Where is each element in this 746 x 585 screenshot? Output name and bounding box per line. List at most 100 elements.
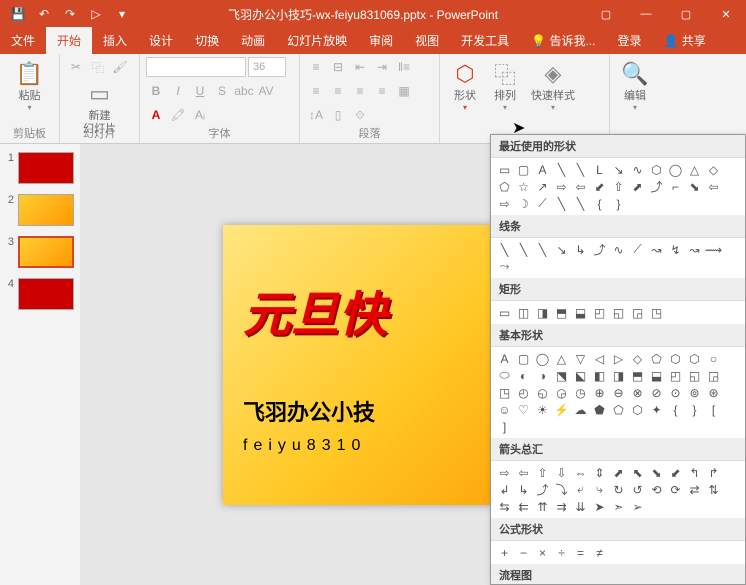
shape-option[interactable]: ⊙: [666, 384, 685, 401]
shape-option[interactable]: ⬋: [666, 464, 685, 481]
tab-share[interactable]: 👤 共享: [652, 27, 716, 54]
shape-option[interactable]: ◧: [590, 367, 609, 384]
shape-option[interactable]: ☆: [514, 178, 533, 195]
shape-option[interactable]: ⇆: [495, 498, 514, 515]
shape-option[interactable]: ◯: [533, 350, 552, 367]
shape-option[interactable]: ⊚: [685, 384, 704, 401]
shape-option[interactable]: ⬠: [647, 350, 666, 367]
quickstyles-button[interactable]: ◈ 快速样式 ▾: [526, 57, 580, 115]
qat-customize-icon[interactable]: ▾: [110, 2, 134, 26]
shape-option[interactable]: ⤴: [533, 481, 552, 498]
shape-option[interactable]: ⊖: [609, 384, 628, 401]
shape-option[interactable]: ↳: [571, 241, 590, 258]
slide-thumb[interactable]: 1: [4, 152, 76, 184]
shape-option[interactable]: ◶: [552, 384, 571, 401]
shape-option[interactable]: ⬒: [628, 367, 647, 384]
shape-option[interactable]: ⇕: [590, 464, 609, 481]
shape-option[interactable]: ⇔: [571, 464, 590, 481]
shape-option[interactable]: ⇅: [704, 481, 723, 498]
shape-option[interactable]: −: [514, 544, 533, 561]
shape-option[interactable]: ⊘: [647, 384, 666, 401]
tab-login[interactable]: 登录: [606, 27, 652, 54]
shape-option[interactable]: ⌐: [666, 178, 685, 195]
qat-slideshow-icon[interactable]: ▷: [84, 2, 108, 26]
shape-option[interactable]: ⊕: [590, 384, 609, 401]
shape-option[interactable]: ▢: [514, 350, 533, 367]
qat-save-icon[interactable]: 💾: [6, 2, 30, 26]
indent-inc-button[interactable]: ⇥: [372, 57, 392, 77]
shape-option[interactable]: ◳: [495, 384, 514, 401]
shape-option[interactable]: ◰: [590, 304, 609, 321]
shape-option[interactable]: ⊗: [628, 384, 647, 401]
shape-option[interactable]: ↗: [533, 178, 552, 195]
ribbon-display-button[interactable]: ▢: [586, 0, 626, 28]
shape-option[interactable]: ◨: [609, 367, 628, 384]
shape-option[interactable]: ☺: [495, 401, 514, 418]
align-right-button[interactable]: ≡: [350, 81, 370, 101]
close-button[interactable]: ✕: [706, 0, 746, 28]
shape-option[interactable]: ╲: [552, 195, 571, 212]
strike-button[interactable]: S: [212, 81, 232, 101]
shape-option[interactable]: ⤵: [552, 481, 571, 498]
shape-option[interactable]: ↝: [685, 241, 704, 258]
shape-option[interactable]: ⬭: [495, 367, 514, 384]
smartart-button[interactable]: ⟐: [350, 105, 370, 125]
shape-option[interactable]: ⇩: [552, 464, 571, 481]
shape-option[interactable]: ⟲: [647, 481, 666, 498]
shadow-button[interactable]: abc: [234, 81, 254, 101]
shape-option[interactable]: ◱: [685, 367, 704, 384]
shape-option[interactable]: ◁: [590, 350, 609, 367]
shape-option[interactable]: ⬉: [628, 464, 647, 481]
shape-option[interactable]: ◇: [628, 350, 647, 367]
shape-option[interactable]: ⇈: [533, 498, 552, 515]
shape-option[interactable]: {: [590, 195, 609, 212]
font-color-button[interactable]: A: [146, 105, 166, 125]
shape-option[interactable]: ⬡: [685, 350, 704, 367]
shape-option[interactable]: ◰: [666, 367, 685, 384]
shape-option[interactable]: ⤷: [590, 481, 609, 498]
shape-option[interactable]: ▽: [571, 350, 590, 367]
tab-transition[interactable]: 切换: [184, 27, 230, 54]
tab-view[interactable]: 视图: [404, 27, 450, 54]
tab-review[interactable]: 审阅: [358, 27, 404, 54]
shape-option[interactable]: ⇧: [609, 178, 628, 195]
shape-option[interactable]: ♡: [514, 401, 533, 418]
shape-option[interactable]: ◴: [514, 384, 533, 401]
bullets-button[interactable]: ≡: [306, 57, 326, 77]
shape-option[interactable]: ⬟: [590, 401, 609, 418]
shapes-button[interactable]: ⬡ 形状 ▾: [446, 57, 484, 115]
slide-thumb[interactable]: 4: [4, 278, 76, 310]
underline-button[interactable]: U: [190, 81, 210, 101]
shape-option[interactable]: ⤴: [590, 241, 609, 258]
tab-design[interactable]: 设计: [138, 27, 184, 54]
shape-option[interactable]: ⇨: [552, 178, 571, 195]
shape-option[interactable]: ◫: [514, 304, 533, 321]
shape-option[interactable]: ⬊: [647, 464, 666, 481]
shape-option[interactable]: ⤶: [571, 481, 590, 498]
shape-option[interactable]: ⬈: [609, 464, 628, 481]
shape-option[interactable]: ⇉: [552, 498, 571, 515]
shape-option[interactable]: }: [609, 195, 628, 212]
shape-option[interactable]: ]: [495, 418, 514, 435]
shape-option[interactable]: ⬓: [647, 367, 666, 384]
shape-option[interactable]: ⬈: [628, 178, 647, 195]
shape-option[interactable]: ⬊: [685, 178, 704, 195]
shape-option[interactable]: ↝: [647, 241, 666, 258]
slide-thumb[interactable]: 2: [4, 194, 76, 226]
shape-option[interactable]: ▷: [609, 350, 628, 367]
shape-option[interactable]: ☽: [514, 195, 533, 212]
shape-option[interactable]: }: [685, 401, 704, 418]
justify-button[interactable]: ≡: [372, 81, 392, 101]
shape-option[interactable]: ⇦: [514, 464, 533, 481]
shape-option[interactable]: ○: [704, 350, 723, 367]
tab-tellme[interactable]: 💡 告诉我...: [520, 27, 606, 54]
tab-file[interactable]: 文件: [0, 27, 46, 54]
shape-option[interactable]: ◑: [533, 367, 552, 384]
shape-option[interactable]: {: [666, 401, 685, 418]
shape-option[interactable]: ╲: [571, 161, 590, 178]
shape-option[interactable]: ⬠: [609, 401, 628, 418]
shape-option[interactable]: ⇧: [533, 464, 552, 481]
shape-option[interactable]: ↘: [552, 241, 571, 258]
paste-button[interactable]: 📋 粘贴 ▾: [6, 57, 53, 115]
cut-icon[interactable]: ✂: [66, 57, 86, 77]
